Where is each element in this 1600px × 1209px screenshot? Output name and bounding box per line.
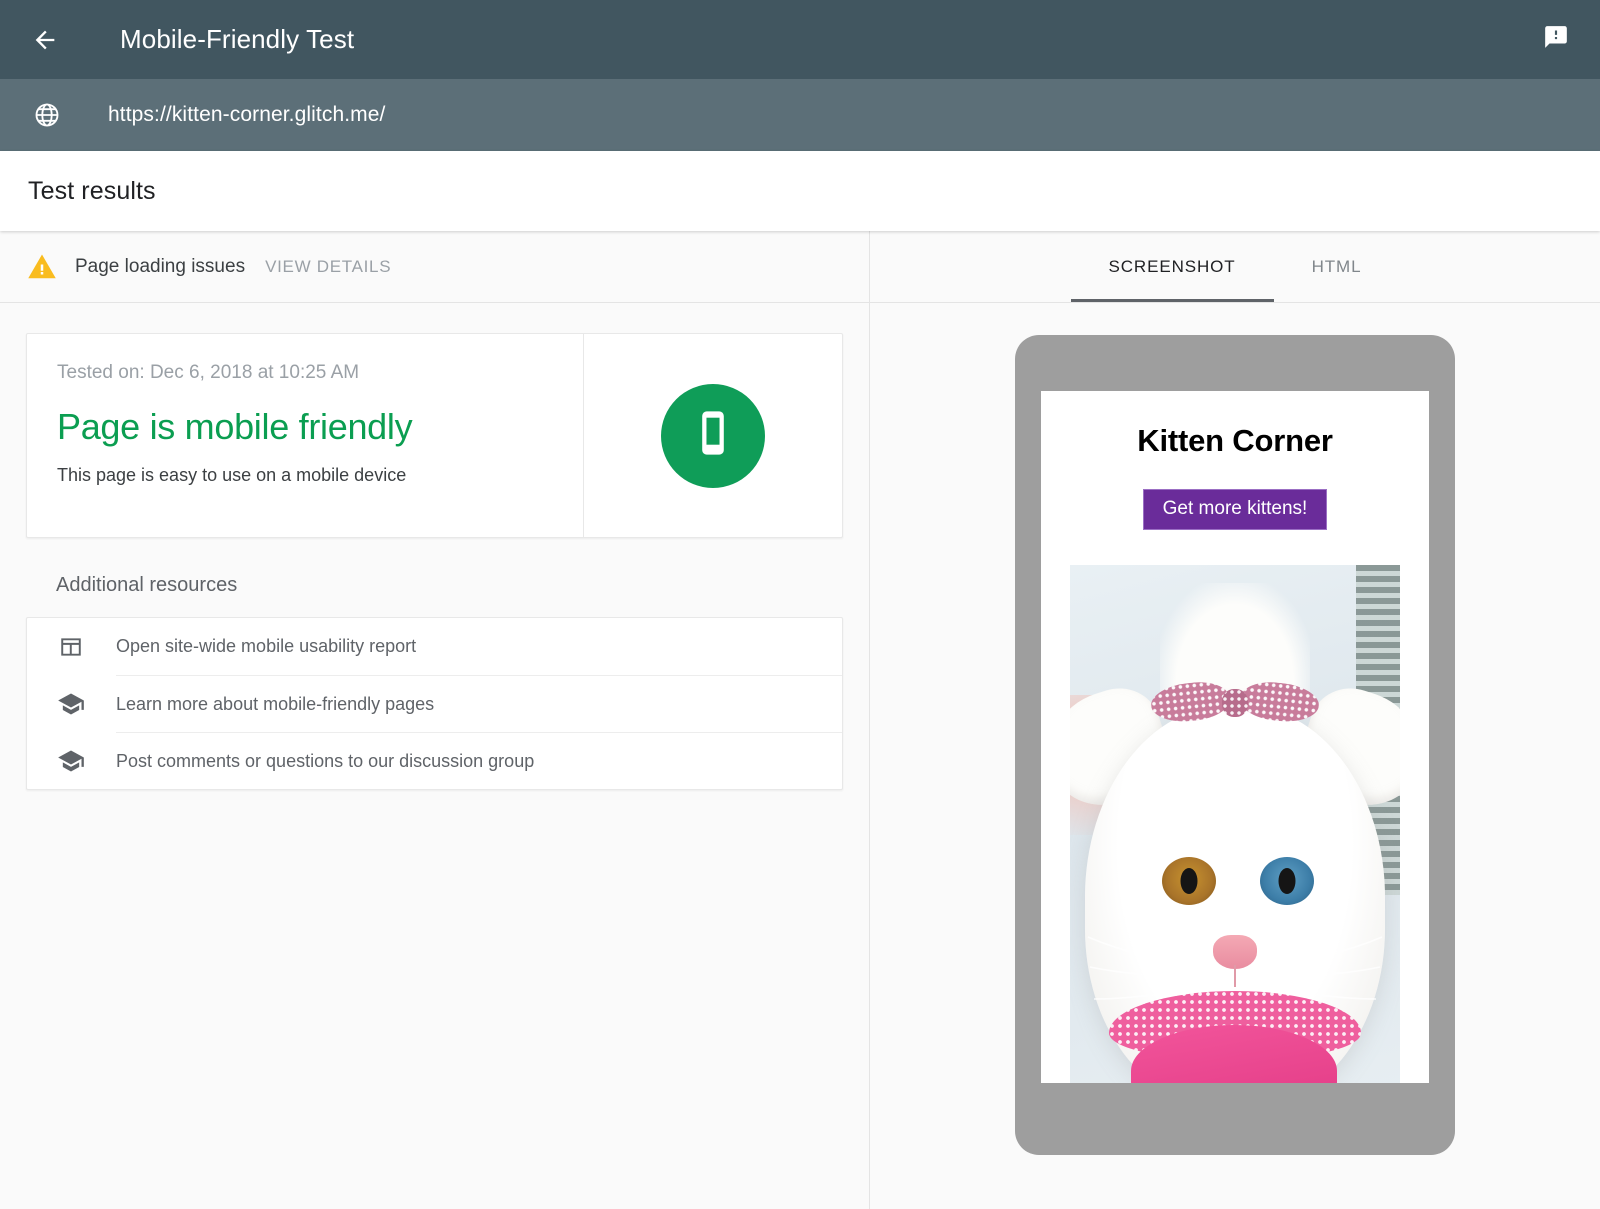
- right-pane: SCREENSHOT HTML Kitten Corner Get more k…: [870, 231, 1600, 1209]
- status-badge: [661, 384, 765, 488]
- verdict-subtext: This page is easy to use on a mobile dev…: [57, 465, 583, 486]
- kitten-eye-amber: [1162, 857, 1216, 905]
- result-card-text: Tested on: Dec 6, 2018 at 10:25 AM Page …: [27, 334, 584, 537]
- back-button[interactable]: [22, 17, 68, 63]
- preview-tabs: SCREENSHOT HTML: [870, 231, 1600, 303]
- screenshot-preview: Kitten Corner Get more kittens!: [870, 303, 1600, 1209]
- resource-row[interactable]: Post comments or questions to our discus…: [27, 732, 842, 789]
- warning-triangle-icon: [27, 252, 57, 282]
- page-title: Mobile-Friendly Test: [120, 24, 354, 55]
- verdict-heading: Page is mobile friendly: [57, 406, 583, 448]
- app-bar: Mobile-Friendly Test: [0, 0, 1600, 79]
- page-loading-issues-bar: Page loading issues VIEW DETAILS: [0, 231, 869, 303]
- kitten-photo: [1070, 565, 1400, 1083]
- result-card-status: [584, 334, 842, 537]
- kitten-nose: [1213, 935, 1257, 969]
- kitten-eye-blue: [1260, 857, 1314, 905]
- left-content: Tested on: Dec 6, 2018 at 10:25 AM Page …: [0, 303, 869, 790]
- preview-page-heading: Kitten Corner: [1041, 423, 1429, 459]
- tab-html[interactable]: HTML: [1274, 231, 1400, 302]
- resource-label: Open site-wide mobile usability report: [116, 636, 416, 657]
- kitten-collar: [1109, 991, 1361, 1083]
- results-title: Test results: [28, 177, 156, 206]
- school-cap-icon: [55, 688, 87, 720]
- view-details-link[interactable]: VIEW DETAILS: [265, 257, 391, 277]
- dashboard-report-icon: [55, 631, 87, 663]
- additional-resources-card: Open site-wide mobile usability report L…: [26, 617, 843, 790]
- resource-label: Learn more about mobile-friendly pages: [116, 694, 434, 715]
- url-text: https://kitten-corner.glitch.me/: [108, 103, 385, 127]
- tested-on-timestamp: Tested on: Dec 6, 2018 at 10:25 AM: [57, 362, 583, 384]
- main-content: Page loading issues VIEW DETAILS Tested …: [0, 231, 1600, 1209]
- resource-row[interactable]: Learn more about mobile-friendly pages: [27, 675, 842, 732]
- get-more-kittens-button[interactable]: Get more kittens!: [1143, 489, 1328, 530]
- kitten-illustration: [1070, 565, 1400, 1083]
- phone-screen: Kitten Corner Get more kittens!: [1041, 391, 1429, 1083]
- resource-label: Post comments or questions to our discus…: [116, 751, 534, 772]
- url-bar[interactable]: https://kitten-corner.glitch.me/: [0, 79, 1600, 151]
- mobile-phone-icon: [686, 406, 740, 465]
- results-header: Test results: [0, 151, 1600, 231]
- tab-screenshot-label: SCREENSHOT: [1109, 257, 1236, 277]
- feedback-button[interactable]: [1536, 20, 1576, 60]
- feedback-icon: [1543, 24, 1569, 55]
- issue-label: Page loading issues: [75, 256, 245, 278]
- phone-mockup: Kitten Corner Get more kittens!: [1015, 335, 1455, 1155]
- arrow-back-icon: [31, 26, 59, 54]
- kitten-bow: [1151, 683, 1319, 721]
- tab-html-label: HTML: [1312, 257, 1362, 277]
- result-card: Tested on: Dec 6, 2018 at 10:25 AM Page …: [26, 333, 843, 538]
- globe-icon: [30, 98, 64, 132]
- school-cap-icon: [55, 745, 87, 777]
- tab-screenshot[interactable]: SCREENSHOT: [1071, 231, 1274, 302]
- additional-resources-title: Additional resources: [56, 574, 841, 597]
- left-pane: Page loading issues VIEW DETAILS Tested …: [0, 231, 870, 1209]
- resource-row[interactable]: Open site-wide mobile usability report: [27, 618, 842, 675]
